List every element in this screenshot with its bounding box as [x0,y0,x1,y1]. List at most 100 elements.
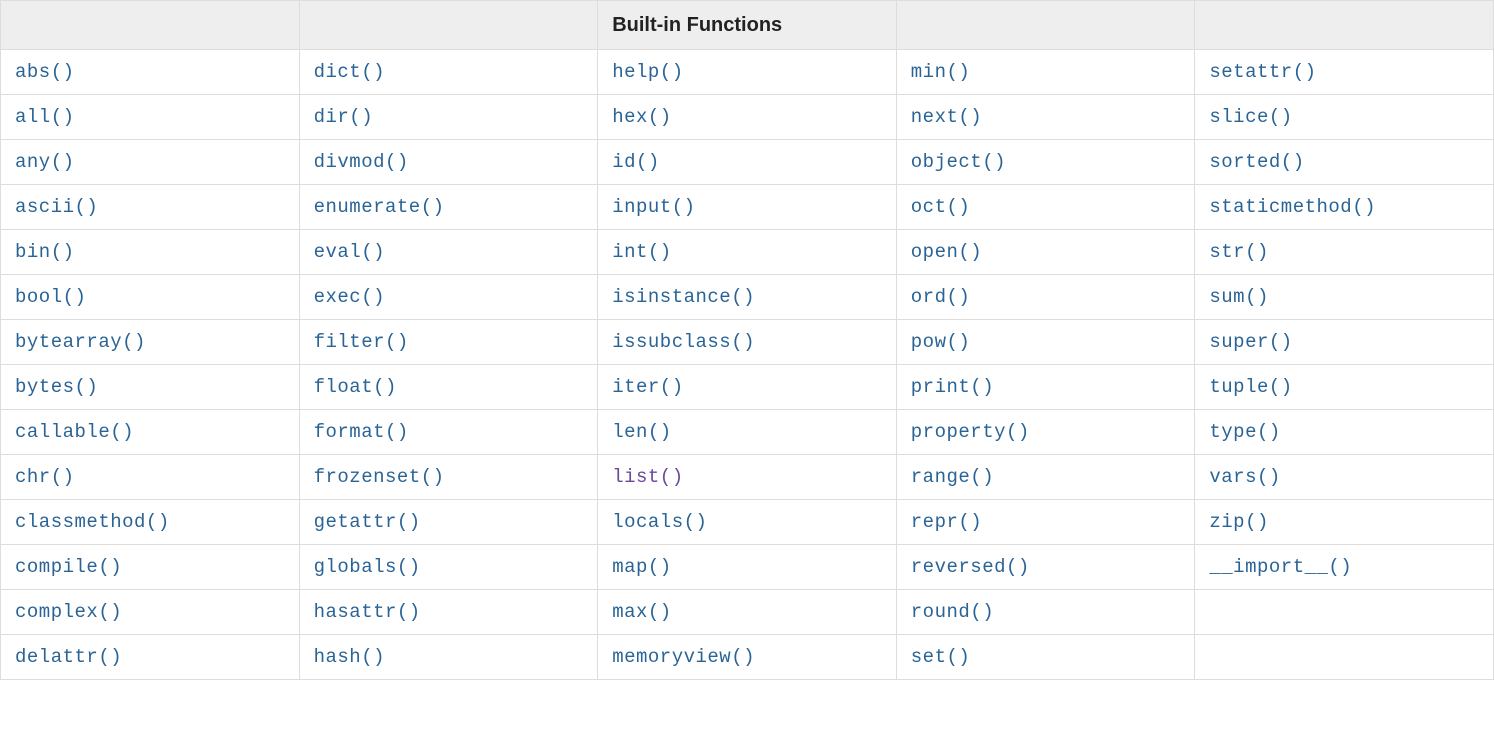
table-cell: len() [598,410,897,455]
function-link[interactable]: max() [612,601,672,623]
function-link[interactable]: sorted() [1209,151,1304,173]
table-cell: open() [896,230,1195,275]
function-link[interactable]: any() [15,151,75,173]
function-link[interactable]: type() [1209,421,1280,443]
table-row: bytearray() filter() issubclass() pow() supe… [1,320,1494,365]
function-link[interactable]: eval() [314,241,385,263]
function-link[interactable]: str() [1209,241,1269,263]
function-link[interactable]: abs() [15,61,75,83]
table-cell: sorted() [1195,140,1494,185]
function-link[interactable]: property() [911,421,1030,443]
function-link[interactable]: isinstance() [612,286,755,308]
function-link[interactable]: min() [911,61,971,83]
function-link[interactable]: pow() [911,331,971,353]
function-link[interactable]: staticmethod() [1209,196,1376,218]
function-link[interactable]: bin() [15,241,75,263]
function-link[interactable]: open() [911,241,982,263]
function-link[interactable]: divmod() [314,151,409,173]
table-cell: hex() [598,95,897,140]
table-cell: tuple() [1195,365,1494,410]
function-link[interactable]: input() [612,196,695,218]
function-link[interactable]: list() [612,466,683,488]
function-link[interactable]: compile() [15,556,122,578]
function-link[interactable]: format() [314,421,409,443]
table-cell: abs() [1,50,300,95]
function-link[interactable]: len() [612,421,672,443]
table-cell: filter() [299,320,598,365]
table-cell: compile() [1,545,300,590]
table-cell [1195,590,1494,635]
function-link[interactable]: help() [612,61,683,83]
table-cell: globals() [299,545,598,590]
function-link[interactable]: tuple() [1209,376,1292,398]
function-link[interactable]: repr() [911,511,982,533]
function-link[interactable]: oct() [911,196,971,218]
function-link[interactable]: int() [612,241,672,263]
table-cell: format() [299,410,598,455]
function-link[interactable]: setattr() [1209,61,1316,83]
table-cell: complex() [1,590,300,635]
table-cell: eval() [299,230,598,275]
function-link[interactable]: ascii() [15,196,98,218]
function-link[interactable]: next() [911,106,982,128]
function-link[interactable]: chr() [15,466,75,488]
function-link[interactable]: bytearray() [15,331,146,353]
function-link[interactable]: dir() [314,106,374,128]
table-cell: type() [1195,410,1494,455]
function-link[interactable]: all() [15,106,75,128]
function-link[interactable]: __import__() [1209,556,1352,578]
function-link[interactable]: range() [911,466,994,488]
table-cell: ascii() [1,185,300,230]
table-cell: set() [896,635,1195,680]
table-cell: isinstance() [598,275,897,320]
header-col-5 [1195,1,1494,50]
function-link[interactable]: dict() [314,61,385,83]
table-cell: ord() [896,275,1195,320]
function-link[interactable]: print() [911,376,994,398]
function-link[interactable]: zip() [1209,511,1269,533]
function-link[interactable]: sum() [1209,286,1269,308]
table-cell: slice() [1195,95,1494,140]
function-link[interactable]: bool() [15,286,86,308]
function-link[interactable]: super() [1209,331,1292,353]
function-link[interactable]: hash() [314,646,385,668]
table-cell: oct() [896,185,1195,230]
function-link[interactable]: reversed() [911,556,1030,578]
function-link[interactable]: iter() [612,376,683,398]
function-link[interactable]: set() [911,646,971,668]
function-link[interactable]: filter() [314,331,409,353]
function-link[interactable]: vars() [1209,466,1280,488]
table-row: classmethod() getattr() locals() repr() zip(… [1,500,1494,545]
function-link[interactable]: delattr() [15,646,122,668]
function-link[interactable]: bytes() [15,376,98,398]
function-link[interactable]: id() [612,151,660,173]
table-cell: setattr() [1195,50,1494,95]
table-cell: bin() [1,230,300,275]
function-link[interactable]: slice() [1209,106,1292,128]
function-link[interactable]: ord() [911,286,971,308]
function-link[interactable]: globals() [314,556,421,578]
function-link[interactable]: complex() [15,601,122,623]
table-cell: chr() [1,455,300,500]
table-cell: bytes() [1,365,300,410]
table-cell: hasattr() [299,590,598,635]
function-link[interactable]: locals() [612,511,707,533]
function-link[interactable]: frozenset() [314,466,445,488]
function-link[interactable]: exec() [314,286,385,308]
function-link[interactable]: map() [612,556,672,578]
function-link[interactable]: issubclass() [612,331,755,353]
function-link[interactable]: memoryview() [612,646,755,668]
function-link[interactable]: classmethod() [15,511,170,533]
function-link[interactable]: enumerate() [314,196,445,218]
table-cell: iter() [598,365,897,410]
table-cell: bytearray() [1,320,300,365]
table-row: bin() eval() int() open() str() [1,230,1494,275]
function-link[interactable]: callable() [15,421,134,443]
function-link[interactable]: getattr() [314,511,421,533]
table-cell: frozenset() [299,455,598,500]
function-link[interactable]: round() [911,601,994,623]
function-link[interactable]: hasattr() [314,601,421,623]
function-link[interactable]: hex() [612,106,672,128]
function-link[interactable]: object() [911,151,1006,173]
function-link[interactable]: float() [314,376,397,398]
